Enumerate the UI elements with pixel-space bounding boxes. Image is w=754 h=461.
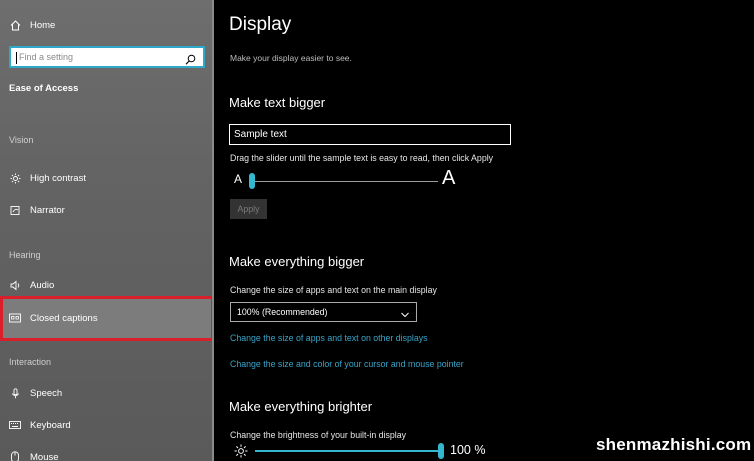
sidebar-item-keyboard[interactable]: Keyboard (0, 410, 214, 440)
section-title: Ease of Access (9, 83, 79, 94)
page-subtitle: Make your display easier to see. (230, 53, 352, 63)
group-heading-interaction: Interaction (9, 357, 52, 367)
scale-description: Change the size of apps and text on the … (230, 285, 437, 295)
text-size-max-label: A (442, 167, 456, 189)
microphone-icon (9, 387, 21, 399)
slider-instruction: Drag the slider until the sample text is… (230, 153, 494, 163)
watermark-text: shenmazhishi.com (596, 435, 752, 454)
link-other-displays[interactable]: Change the size of apps and text on othe… (230, 333, 428, 343)
mouse-icon (9, 451, 21, 461)
keyboard-icon (9, 419, 21, 431)
selection-highlight (0, 296, 214, 341)
heading-make-text-bigger: Make text bigger (229, 95, 326, 110)
sidebar-item-mouse[interactable]: Mouse (0, 442, 214, 461)
heading-make-everything-bigger: Make everything bigger (229, 254, 365, 269)
page-title: Display (229, 14, 292, 35)
text-cursor (16, 52, 17, 64)
sidebar-item-label: Keyboard (30, 419, 71, 431)
sidebar-item-label: Speech (30, 387, 63, 399)
home-label: Home (30, 19, 56, 31)
home-nav-item[interactable]: Home (0, 10, 214, 40)
text-size-slider-thumb[interactable] (249, 173, 255, 189)
brightness-icon (234, 444, 248, 461)
speaker-icon (9, 279, 21, 291)
sidebar-item-label: High contrast (30, 172, 86, 184)
apply-button[interactable]: Apply (230, 199, 267, 219)
group-heading-hearing: Hearing (9, 250, 41, 260)
brightness-slider-track[interactable] (255, 450, 440, 452)
brightness-icon (9, 172, 21, 184)
scale-dropdown-value: 100% (Recommended) (237, 307, 328, 317)
heading-make-everything-brighter: Make everything brighter (229, 399, 373, 414)
sidebar-item-high-contrast[interactable]: High contrast (0, 163, 214, 193)
sidebar-item-label: Mouse (30, 451, 59, 461)
text-size-min-label: A (234, 172, 243, 186)
sidebar: Home Find a setting Ease of Access Visio… (0, 0, 214, 461)
home-icon (9, 19, 21, 31)
search-placeholder: Find a setting (19, 52, 74, 62)
sidebar-item-label: Audio (30, 279, 55, 291)
scale-dropdown[interactable]: 100% (Recommended) (230, 302, 417, 322)
sample-text-field: Sample text (229, 124, 511, 145)
search-icon[interactable] (185, 52, 196, 70)
sidebar-item-label: Narrator (30, 204, 65, 216)
text-size-slider-track[interactable] (252, 181, 438, 182)
sample-text-value: Sample text (234, 129, 287, 140)
sidebar-item-speech[interactable]: Speech (0, 378, 214, 408)
group-heading-vision: Vision (9, 135, 34, 145)
brightness-value: 100 % (450, 443, 486, 457)
narrator-icon (9, 204, 21, 216)
search-input[interactable]: Find a setting (9, 46, 205, 68)
brightness-description: Change the brightness of your built-in d… (230, 430, 407, 440)
main-content: Display Make your display easier to see.… (214, 0, 754, 461)
sidebar-item-narrator[interactable]: Narrator (0, 195, 214, 225)
link-cursor-pointer[interactable]: Change the size and color of your cursor… (230, 359, 464, 369)
brightness-slider-thumb[interactable] (438, 443, 444, 459)
chevron-down-icon (400, 307, 410, 325)
